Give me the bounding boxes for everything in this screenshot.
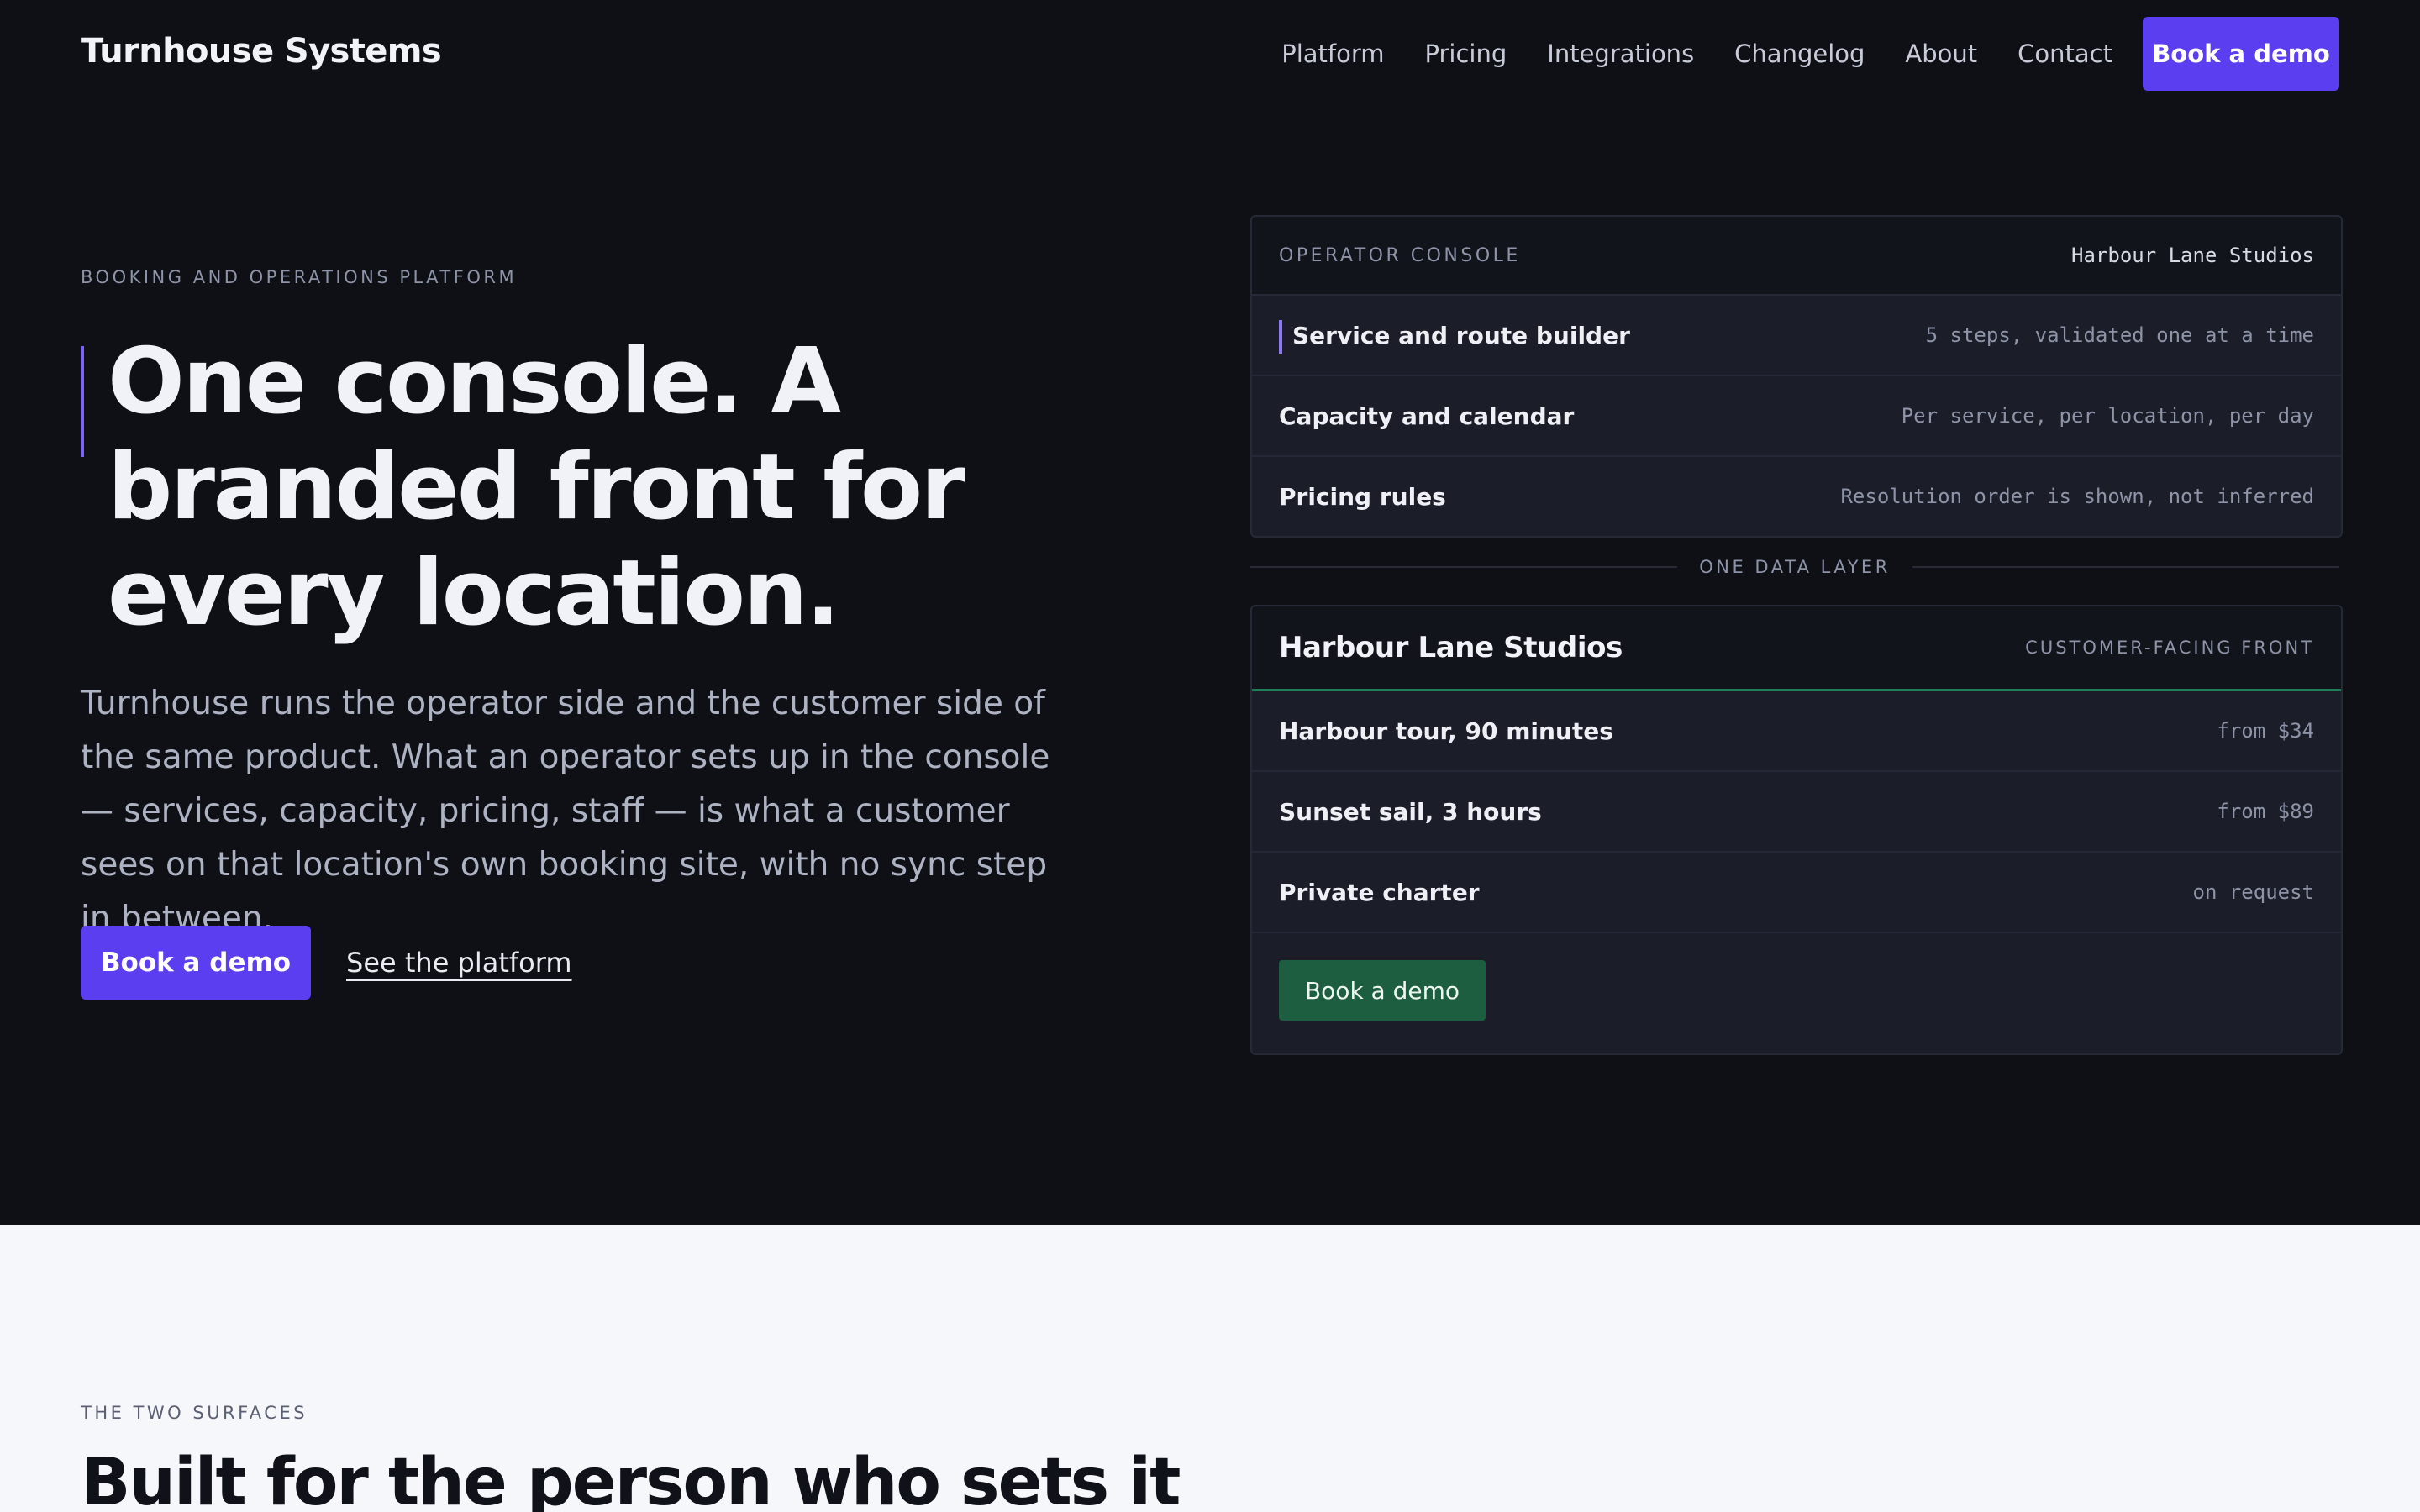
front-title: Harbour Lane Studios [1279, 631, 1623, 664]
hero-eyebrow: BOOKING AND OPERATIONS PLATFORM [81, 267, 518, 287]
front-service-item[interactable]: Harbour tour, 90 minutes from $34 [1252, 691, 2341, 772]
front-service-item[interactable]: Private charter on request [1252, 853, 2341, 933]
nav-platform[interactable]: Platform [1281, 39, 1384, 68]
active-indicator [1279, 319, 1282, 354]
top-nav: Turnhouse Systems Platform Pricing Integ… [0, 0, 2420, 108]
console-row-label: Capacity and calendar [1279, 402, 1575, 430]
console-row-note: Resolution order is shown, not inferred [1840, 485, 2314, 508]
front-tag: CUSTOMER-FACING FRONT [2025, 638, 2314, 658]
hero-book-demo-button[interactable]: Book a demo [81, 926, 311, 1000]
operator-console-panel: OPERATOR CONSOLE Harbour Lane Studios Se… [1250, 215, 2343, 538]
nav-about[interactable]: About [1905, 39, 1977, 68]
hero-actions: Book a demo See the platform [81, 926, 572, 1000]
front-book-demo-button[interactable]: Book a demo [1279, 960, 1486, 1021]
customer-front-panel: Harbour Lane Studios CUSTOMER-FACING FRO… [1250, 605, 2343, 1055]
nav-book-demo-button[interactable]: Book a demo [2143, 17, 2339, 91]
nav-contact[interactable]: Contact [2018, 39, 2112, 68]
divider-line [1912, 566, 2339, 568]
console-row-label-text: Service and route builder [1292, 321, 1630, 349]
section-title: Built for the person who sets it [81, 1445, 1181, 1512]
service-price: from $34 [2217, 719, 2314, 743]
front-header: Harbour Lane Studios CUSTOMER-FACING FRO… [1252, 606, 2341, 691]
console-row[interactable]: Service and route builder 5 steps, valid… [1252, 296, 2341, 376]
service-name: Private charter [1279, 878, 1480, 906]
data-layer-divider: ONE DATA LAYER [1250, 554, 2339, 580]
console-client-name: Harbour Lane Studios [2071, 244, 2314, 267]
nav-integrations[interactable]: Integrations [1547, 39, 1694, 68]
hero-accent-bar [81, 346, 84, 457]
front-service-item[interactable]: Sunset sail, 3 hours from $89 [1252, 772, 2341, 853]
console-row-label: Pricing rules [1279, 482, 1446, 511]
hero-description: Turnhouse runs the operator side and the… [81, 685, 1050, 937]
console-row-label: Service and route builder [1279, 319, 1630, 354]
nav-pricing[interactable]: Pricing [1425, 39, 1507, 68]
hero-title-block: One console. A branded front for every l… [81, 329, 1139, 647]
console-row[interactable]: Pricing rules Resolution order is shown,… [1252, 457, 2341, 536]
section-eyebrow: THE TWO SURFACES [81, 1403, 308, 1423]
service-price: from $89 [2217, 800, 2314, 823]
nav-links: Platform Pricing Integrations Changelog … [1241, 17, 2339, 91]
console-row-note: 5 steps, validated one at a time [1925, 323, 2314, 347]
console-label: OPERATOR CONSOLE [1279, 244, 1521, 266]
console-row[interactable]: Capacity and calendar Per service, per l… [1252, 376, 2341, 457]
service-price: on request [2192, 880, 2315, 904]
two-surfaces-section: THE TWO SURFACES Built for the person wh… [0, 1225, 2420, 1512]
hero-title: One console. A branded front for every l… [108, 329, 965, 646]
brand-logo[interactable]: Turnhouse Systems [81, 32, 442, 71]
page: Turnhouse Systems Platform Pricing Integ… [0, 0, 2420, 1512]
service-name: Harbour tour, 90 minutes [1279, 717, 1613, 745]
see-platform-link[interactable]: See the platform [346, 947, 572, 979]
front-action: Book a demo [1252, 933, 2341, 1047]
nav-changelog[interactable]: Changelog [1734, 39, 1865, 68]
service-name: Sunset sail, 3 hours [1279, 797, 1542, 826]
console-header: OPERATOR CONSOLE Harbour Lane Studios [1252, 217, 2341, 296]
divider-label: ONE DATA LAYER [1699, 557, 1891, 577]
divider-line [1250, 566, 1678, 568]
console-row-note: Per service, per location, per day [1901, 404, 2314, 428]
